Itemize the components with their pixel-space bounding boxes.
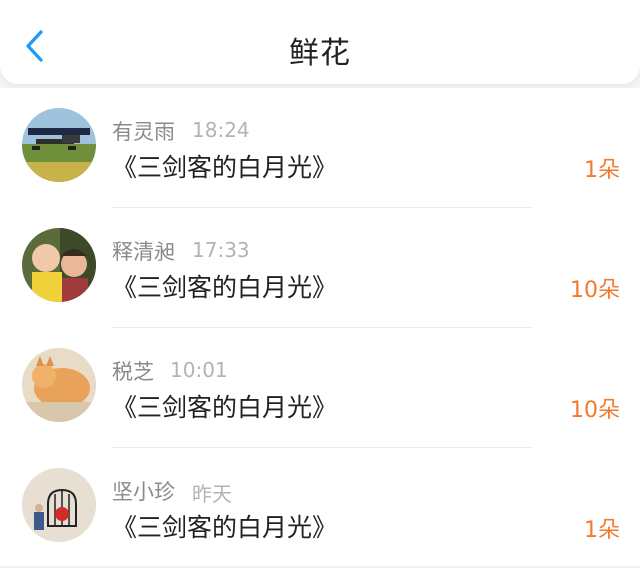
time-stamp: 昨天 bbox=[192, 482, 232, 506]
top-bar: 鲜花 bbox=[0, 0, 640, 84]
book-title: 《三剑客的白月光》 bbox=[112, 513, 338, 542]
flower-list: 有灵雨 18:24 《三剑客的白月光》 1朵 释清昶 17:33 《三剑客的白月… bbox=[0, 88, 640, 568]
avatar[interactable] bbox=[22, 348, 96, 422]
list-item[interactable]: 有灵雨 18:24 《三剑客的白月光》 1朵 bbox=[0, 88, 640, 208]
time-stamp: 10:01 bbox=[170, 358, 228, 382]
flower-count: 10朵 bbox=[570, 278, 620, 303]
list-item[interactable]: 释清昶 17:33 《三剑客的白月光》 10朵 bbox=[0, 208, 640, 328]
sender-name: 有灵雨 bbox=[112, 120, 175, 144]
avatar[interactable] bbox=[22, 468, 96, 542]
list-item[interactable]: 税芝 10:01 《三剑客的白月光》 10朵 bbox=[0, 328, 640, 448]
flower-count: 1朵 bbox=[584, 518, 620, 543]
flower-count: 1朵 bbox=[584, 158, 620, 183]
avatar[interactable] bbox=[22, 228, 96, 302]
sender-name: 坚小珍 bbox=[112, 480, 175, 504]
book-title: 《三剑客的白月光》 bbox=[112, 273, 338, 302]
list-item[interactable]: 坚小珍 昨天 《三剑客的白月光》 1朵 bbox=[0, 448, 640, 568]
sender-name: 释清昶 bbox=[112, 240, 175, 264]
book-title: 《三剑客的白月光》 bbox=[112, 393, 338, 422]
time-stamp: 18:24 bbox=[192, 118, 250, 142]
avatar[interactable] bbox=[22, 108, 96, 182]
book-title: 《三剑客的白月光》 bbox=[112, 153, 338, 182]
sender-name: 税芝 bbox=[112, 360, 154, 384]
page-title: 鲜花 bbox=[289, 36, 351, 71]
flower-count: 10朵 bbox=[570, 398, 620, 423]
time-stamp: 17:33 bbox=[192, 238, 250, 262]
